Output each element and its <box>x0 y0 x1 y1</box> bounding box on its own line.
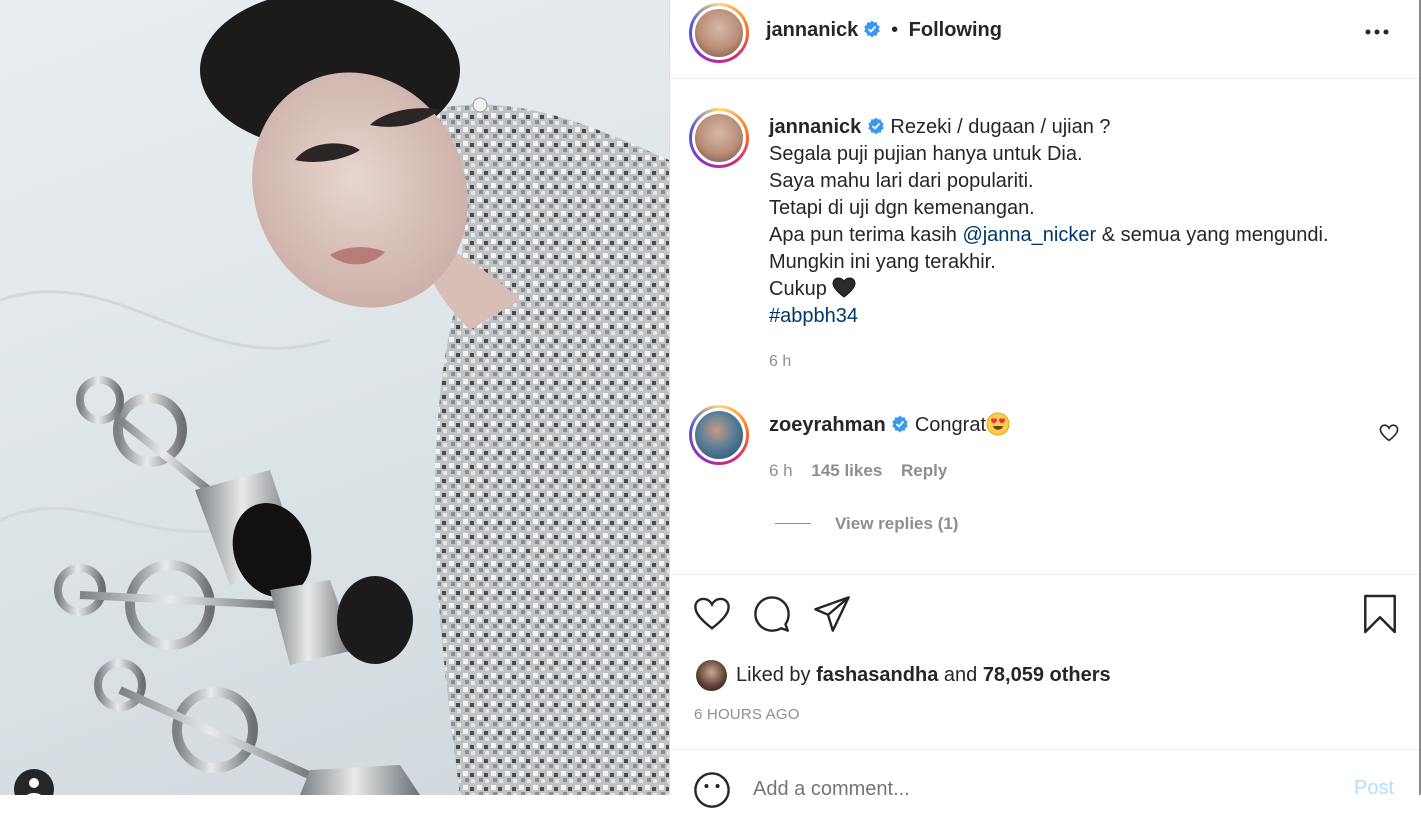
more-options-icon[interactable] <box>1364 22 1390 42</box>
caption-text: Cukup <box>769 278 827 300</box>
author-avatar[interactable] <box>689 3 749 63</box>
verified-badge-icon <box>892 415 909 433</box>
heart-icon[interactable] <box>693 596 731 632</box>
caption-username[interactable]: jannanick <box>769 116 861 138</box>
following-button[interactable]: Following <box>909 19 1002 41</box>
caption-line: Tetapi di uji dgn kemenangan. <box>769 197 1035 219</box>
caption-line: Rezeki / dugaan / ujian ? <box>890 116 1111 138</box>
caption-text: Apa pun terima kasih <box>769 224 963 246</box>
caption-line: Apa pun terima kasih @janna_nicker & sem… <box>769 222 1399 249</box>
emoji-icon[interactable] <box>693 771 731 809</box>
caption-time[interactable]: 6 h <box>769 353 791 371</box>
liked-by-text: Liked by <box>736 664 817 686</box>
add-comment-input[interactable] <box>753 774 1313 804</box>
reply-button[interactable]: Reply <box>901 461 947 480</box>
header-divider <box>669 78 1419 79</box>
follow-separator: • <box>891 19 899 41</box>
likes-others-link[interactable]: 78,059 others <box>983 664 1111 686</box>
comment-icon[interactable] <box>753 595 791 633</box>
caption-text: Mungkin ini yang terakhir. <box>769 251 996 273</box>
comment-text: Congrat <box>914 414 986 436</box>
post-photo <box>0 0 669 795</box>
share-icon[interactable] <box>813 595 851 633</box>
comment-like-heart-icon[interactable] <box>1379 424 1399 442</box>
caption: jannanick Rezeki / dugaan / ujian ? Sega… <box>769 114 1399 330</box>
caption-line: Cukup <box>769 276 1399 303</box>
comment-box-divider <box>669 749 1419 750</box>
post-image[interactable] <box>0 0 669 795</box>
comment-likes[interactable]: 145 likes <box>811 461 882 480</box>
bookmark-icon[interactable] <box>1362 594 1398 634</box>
tagged-users-icon[interactable] <box>14 769 54 795</box>
commenter-username[interactable]: zoeyrahman <box>769 414 886 436</box>
verified-badge-icon <box>863 20 880 38</box>
caption-line: Mungkin ini yang terakhir. <box>769 249 1399 276</box>
comment: zoeyrahman Congrat <box>769 412 1010 437</box>
caption-line: Saya mahu lari dari populariti. <box>769 170 1034 192</box>
mention-link[interactable]: @janna_nicker <box>962 224 1096 246</box>
comment-meta: 6 h 145 likes Reply <box>769 461 947 481</box>
commenter-avatar[interactable] <box>689 405 749 465</box>
liked-by: Liked by fashasandha and 78,059 others <box>736 664 1111 687</box>
comments-divider <box>669 574 1419 575</box>
replies-line <box>775 523 811 524</box>
author-username[interactable]: jannanick <box>766 19 858 41</box>
liker-avatar[interactable] <box>696 660 727 691</box>
hashtag-link[interactable]: #abpbh34 <box>769 305 858 327</box>
comment-time[interactable]: 6 h <box>769 461 793 480</box>
post-comment-button[interactable]: Post <box>1354 777 1394 800</box>
heart-eyes-emoji-icon <box>986 412 1010 436</box>
caption-text: & semua yang mengundi. <box>1096 224 1329 246</box>
caption-avatar[interactable] <box>689 108 749 168</box>
liked-by-text: and <box>938 664 983 686</box>
caption-line: Segala puji pujian hanya untuk Dia. <box>769 143 1083 165</box>
post-header: jannanick • Following <box>766 19 1002 42</box>
black-heart-icon <box>832 277 856 298</box>
post-timestamp[interactable]: 6 HOURS AGO <box>694 706 800 723</box>
view-replies-button[interactable]: View replies (1) <box>835 514 958 534</box>
verified-badge-icon <box>868 117 884 135</box>
liker-username[interactable]: fashasandha <box>816 664 938 686</box>
